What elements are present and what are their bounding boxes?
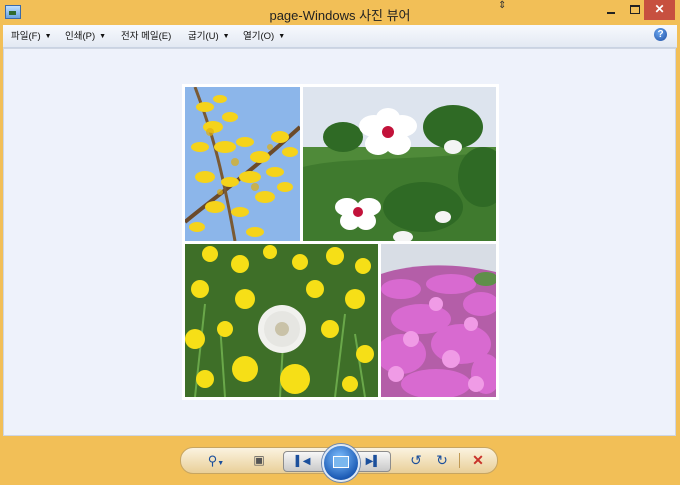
chevron-down-icon: ▼ (222, 33, 230, 40)
rotate-ccw-button[interactable]: ↺ (407, 448, 425, 473)
slideshow-button[interactable] (322, 444, 360, 482)
title-bar[interactable]: page-Windows 사진 뷰어 ⇕ ✕ (0, 0, 680, 24)
menu-file-label: 파일(F) (11, 31, 41, 42)
delete-button[interactable]: ✕ (469, 448, 487, 473)
rotate-cw-icon: ↻ (436, 452, 448, 468)
menu-print[interactable]: 인쇄(P) ▼ (65, 28, 106, 42)
previous-button[interactable]: ▌◀ (292, 452, 314, 471)
maximize-icon (630, 5, 640, 14)
actual-size-button[interactable]: ▣ (249, 448, 269, 473)
window-title: page-Windows 사진 뷰어 (269, 8, 411, 23)
help-icon[interactable]: ? (654, 28, 667, 41)
rotate-cw-button[interactable]: ↻ (433, 448, 451, 473)
menu-email-label: 전자 메일(E) (121, 31, 172, 42)
azalea-photo (381, 244, 496, 397)
menu-open-label: 열기(O) (243, 31, 275, 42)
delete-icon: ✕ (472, 452, 484, 468)
minimize-icon (607, 12, 615, 14)
next-icon: ▶▌ (365, 456, 381, 467)
chevron-down-icon: ▼ (99, 33, 107, 40)
previous-icon: ▌◀ (295, 456, 311, 467)
slideshow-icon (333, 456, 349, 468)
bottom-toolbar: ⚲▼ ▣ ▌◀ ▶▌ ↺ ↻ ✕ (0, 435, 680, 485)
cursor-icon: ⇕ (498, 0, 507, 11)
rotate-ccw-icon: ↺ (410, 452, 422, 468)
menu-burn[interactable]: 굽기(U) ▼ (188, 28, 230, 42)
forsythia-photo (185, 87, 300, 241)
dandelion-photo (185, 244, 378, 397)
photo-viewer-window: page-Windows 사진 뷰어 ⇕ ✕ 파일(F) ▼ 인쇄(P) ▼ 전자 … (0, 0, 680, 485)
chevron-down-icon: ▼ (217, 460, 225, 467)
hibiscus-photo (303, 87, 496, 241)
actual-size-icon: ▣ (253, 453, 265, 467)
next-button[interactable]: ▶▌ (362, 452, 384, 471)
zoom-button[interactable]: ⚲▼ (203, 448, 229, 473)
menu-print-label: 인쇄(P) (65, 31, 96, 42)
zoom-icon: ⚲ (207, 453, 218, 468)
menu-file[interactable]: 파일(F) ▼ (11, 28, 52, 42)
close-button[interactable]: ✕ (644, 0, 675, 20)
menu-open[interactable]: 열기(O) ▼ (243, 28, 285, 42)
minimize-button[interactable] (598, 0, 624, 20)
menu-burn-label: 굽기(U) (188, 31, 219, 42)
toolbar-pill: ⚲▼ ▣ ▌◀ ▶▌ ↺ ↻ ✕ (180, 444, 498, 482)
toolbar-divider (459, 453, 460, 468)
chevron-down-icon: ▼ (44, 33, 52, 40)
image-viewport[interactable] (3, 48, 676, 436)
menu-bar: 파일(F) ▼ 인쇄(P) ▼ 전자 메일(E) 굽기(U) ▼ 열기(O) ▼ ? (3, 25, 677, 48)
menu-email[interactable]: 전자 메일(E) (121, 28, 171, 42)
photo-collage (182, 84, 499, 400)
chevron-down-icon: ▼ (278, 33, 286, 40)
